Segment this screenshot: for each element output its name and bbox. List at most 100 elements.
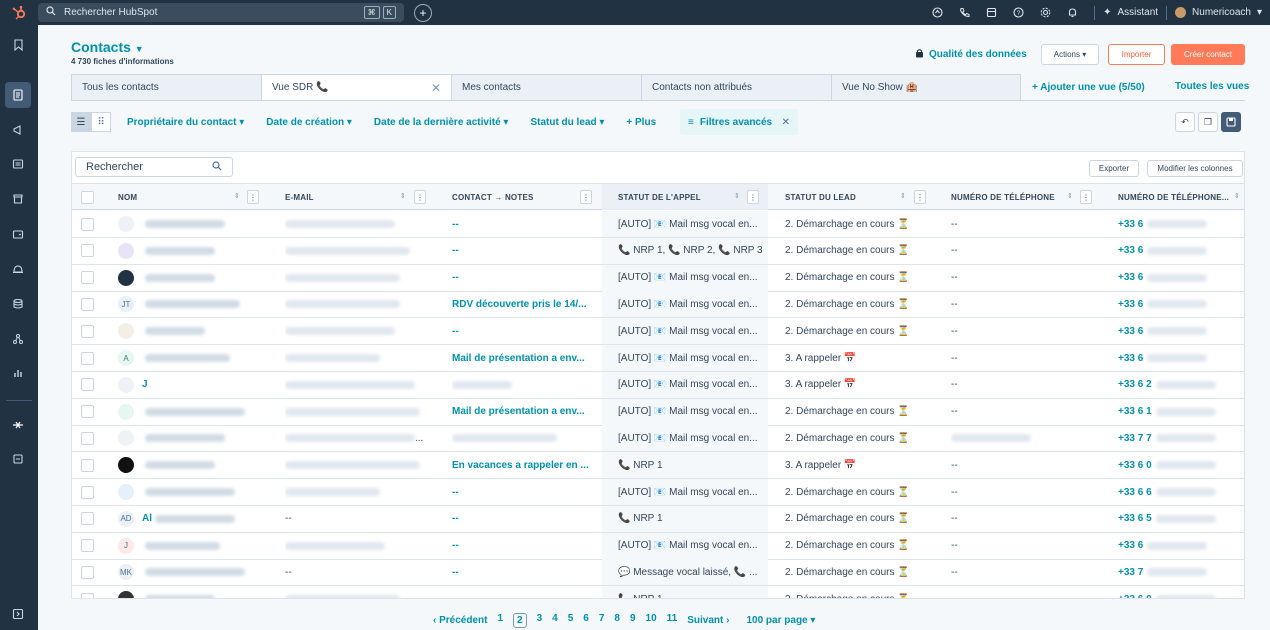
page-number-button[interactable]: 11 [667,613,678,628]
page-number-button[interactable]: 6 [583,613,589,628]
page-number-button[interactable]: 2 [513,612,527,628]
contact-name[interactable] [142,318,272,344]
app-marketplace-icon[interactable] [5,446,31,472]
contact-notes[interactable] [452,372,592,398]
phone-icon[interactable] [951,7,978,18]
row-checkbox[interactable] [81,399,94,425]
table-row[interactable]: MK -- -- 💬 Message vocal laissé, 📞 ... 2. Dé… [72,559,1244,587]
reporting-icon[interactable] [5,360,31,386]
row-checkbox[interactable] [81,345,94,371]
contact-notes[interactable]: -- [452,479,592,505]
sort-icon[interactable]: ⇕ [1234,192,1240,200]
contact-notes[interactable]: RDV découverte pris le 14/... [452,291,592,317]
notifications-bell-icon[interactable] [1059,7,1086,18]
content-icon[interactable] [5,151,31,177]
prev-page-button[interactable]: ‹ Précédent [433,615,487,626]
column-menu-icon[interactable]: ⋮ [414,190,426,204]
mobile-number[interactable]: +33 6 [1118,265,1244,291]
contact-name[interactable] [142,291,272,317]
more-filters-button[interactable]: + Plus [626,117,656,128]
list-view-icon[interactable]: ☰ [71,112,91,132]
add-view-link[interactable]: + Ajouter une vue (5/50) [1032,82,1145,93]
row-checkbox[interactable] [81,238,94,264]
mobile-number[interactable]: +33 7 7 [1118,425,1244,451]
contact-notes[interactable]: En vacances a rappeler en ... [452,452,592,478]
row-checkbox[interactable] [81,372,94,398]
mobile-number[interactable]: +33 7 [1118,559,1244,585]
page-number-button[interactable]: 3 [537,613,543,628]
row-checkbox[interactable] [81,559,94,585]
create-contact-button[interactable]: Créer contact [1171,44,1245,65]
contact-notes[interactable]: -- [452,211,592,237]
mobile-number[interactable]: +33 6 [1118,318,1244,344]
page-number-button[interactable]: 10 [646,613,657,628]
table-row[interactable]: -- 📞 NRP 1, 📞 NRP 2, 📞 NRP 3 2. Démarchage… [72,237,1244,265]
mobile-number[interactable]: +33 6 2 [1118,372,1244,398]
contact-name[interactable]: J [142,372,272,398]
mobile-number[interactable]: +33 6 [1118,291,1244,317]
tab-unassigned-contacts[interactable]: Contacts non attribués [641,74,831,101]
page-number-button[interactable]: 5 [568,613,574,628]
contact-notes[interactable]: -- [452,318,592,344]
sort-icon[interactable]: ⇕ [400,192,406,200]
table-row[interactable]: En vacances a rappeler en ... 📞 NRP 1 3. A… [72,452,1244,480]
row-checkbox[interactable] [81,318,94,344]
filter-last-activity[interactable]: Date de la dernière activité ▾ [374,117,509,128]
contacts-nav-icon[interactable] [5,82,31,108]
sort-icon[interactable]: ⇕ [734,192,740,200]
table-row[interactable]: J [AUTO] 📧 Mail msg vocal en... 3. A rappe… [72,371,1244,399]
contact-name[interactable] [142,452,272,478]
contact-name[interactable] [142,425,272,451]
data-quality-link[interactable]: Qualité des données [915,48,1027,61]
contact-name[interactable] [142,533,272,559]
expand-sidebar-icon[interactable] [5,601,31,627]
row-checkbox[interactable] [81,265,94,291]
column-menu-icon[interactable]: ⋮ [747,190,759,204]
per-page-select[interactable]: 100 par page ▾ [746,615,815,626]
mobile-number[interactable]: +33 6 [1118,211,1244,237]
contact-notes[interactable] [452,586,592,598]
contact-name[interactable] [142,559,272,585]
mobile-number[interactable]: +33 6 [1118,533,1244,559]
tab-all-contacts[interactable]: Tous les contacts [71,74,261,101]
automation-icon[interactable] [5,326,31,352]
contact-notes[interactable]: Mail de présentation a env... [452,399,592,425]
account-menu[interactable]: Numericoach ▾ [1175,7,1270,18]
table-row[interactable]: -- [AUTO] 📧 Mail msg vocal en... 2. Démarc… [72,479,1244,506]
column-menu-icon[interactable]: ⋮ [580,190,592,204]
hubspot-logo[interactable] [0,5,38,21]
page-title[interactable]: Contacts ▼ [71,39,144,55]
contact-notes[interactable]: -- [452,506,592,532]
mobile-number[interactable]: +33 6 5 [1118,506,1244,532]
tab-no-show-view[interactable]: Vue No Show 🏨 [831,74,1021,101]
table-row[interactable]: 📞 NRP 1 2. Démarchage en cours ⏳ -- +33 6 0 [72,586,1244,598]
page-number-button[interactable]: 8 [614,613,620,628]
contact-name[interactable] [142,479,272,505]
row-checkbox[interactable] [81,479,94,505]
sort-icon[interactable]: ⇕ [1067,192,1073,200]
contact-notes[interactable] [452,425,592,451]
mobile-number[interactable]: +33 6 0 [1118,586,1244,598]
row-checkbox[interactable] [81,586,94,598]
filter-contact-owner[interactable]: Propriétaire du contact ▾ [127,117,244,128]
breeze-icon[interactable] [5,412,31,438]
row-checkbox[interactable] [81,533,94,559]
contact-notes[interactable]: -- [452,559,592,585]
close-tab-icon[interactable]: ✕ [431,81,441,95]
table-row[interactable]: Mail de présentation a env... [AUTO] 📧 Ma… [72,398,1244,426]
marketplace-icon[interactable] [978,7,1005,18]
table-row[interactable]: J -- [AUTO] 📧 Mail msg vocal en... 2. Démar… [72,532,1244,560]
filter-lead-status[interactable]: Statut du lead ▾ [530,117,604,128]
contact-notes[interactable]: -- [452,238,592,264]
table-row[interactable]: ... [AUTO] 📧 Mail msg vocal en... 2. Démar… [72,425,1244,453]
sort-icon[interactable]: ⇕ [900,192,906,200]
marketing-megaphone-icon[interactable] [5,117,31,143]
page-number-button[interactable]: 7 [599,613,605,628]
quick-create-button[interactable]: + [414,3,432,22]
table-search-input[interactable]: Rechercher [75,157,233,177]
sort-icon[interactable]: ⇕ [234,192,240,200]
mobile-number[interactable]: +33 6 [1118,345,1244,371]
row-checkbox[interactable] [81,291,94,317]
filter-create-date[interactable]: Date de création ▾ [266,117,352,128]
table-row[interactable]: -- [AUTO] 📧 Mail msg vocal en... 2. Démarc… [72,264,1244,292]
